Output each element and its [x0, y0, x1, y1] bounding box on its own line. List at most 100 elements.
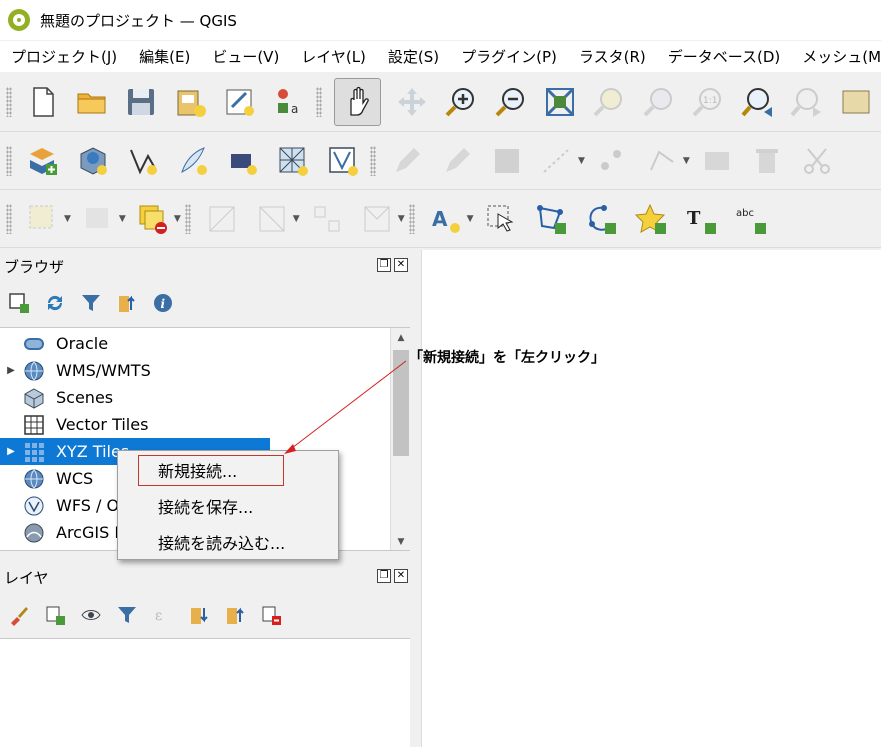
- dropdown-arrow-icon[interactable]: ▼: [398, 214, 405, 224]
- modify-attributes-icon[interactable]: [698, 142, 736, 180]
- rotate-feature-icon[interactable]: [253, 200, 291, 238]
- new-shapefile-layer-icon[interactable]: [124, 142, 162, 180]
- new-spatialite-layer-icon[interactable]: [274, 142, 312, 180]
- dock-splitter[interactable]: [410, 250, 422, 747]
- toolbar-grip[interactable]: [6, 145, 12, 176]
- tree-item-oracle[interactable]: Oracle: [0, 330, 390, 357]
- zoom-last-icon[interactable]: [739, 83, 776, 121]
- add-line-icon[interactable]: [582, 200, 620, 238]
- menu-project[interactable]: プロジェクト(J): [0, 46, 128, 67]
- add-group-icon[interactable]: [44, 604, 66, 626]
- menu-item-save-connections[interactable]: 接続を保存...: [118, 491, 338, 521]
- menu-layer[interactable]: レイヤ(L): [290, 46, 377, 67]
- new-project-icon[interactable]: [24, 83, 61, 121]
- add-text-annotation-icon[interactable]: T: [682, 200, 720, 238]
- toolbar-grip[interactable]: [370, 145, 376, 176]
- menu-item-load-connections[interactable]: 接続を読み込む...: [118, 527, 338, 557]
- remove-layer-icon[interactable]: [260, 604, 282, 626]
- float-panel-icon[interactable]: ❐: [377, 258, 391, 272]
- delete-selected-icon[interactable]: [748, 142, 786, 180]
- toolbar-grip[interactable]: [6, 86, 12, 117]
- toolbar-grip[interactable]: [6, 203, 12, 234]
- deselect-all-icon[interactable]: [134, 200, 172, 238]
- new-map-view-icon[interactable]: [838, 83, 875, 121]
- layers-tree[interactable]: [0, 638, 410, 747]
- split-features-icon[interactable]: [308, 200, 346, 238]
- toolbar-grip[interactable]: [408, 203, 415, 234]
- filter-legend-icon[interactable]: [116, 604, 138, 626]
- tree-item-vector-tiles[interactable]: Vector Tiles: [0, 411, 390, 438]
- tree-item-scenes[interactable]: Scenes: [0, 384, 390, 411]
- add-text-along-line-icon[interactable]: abc: [732, 200, 770, 238]
- zoom-full-icon[interactable]: [541, 83, 578, 121]
- toolbar-grip[interactable]: [184, 203, 191, 234]
- open-project-icon[interactable]: [73, 83, 110, 121]
- pan-hand-icon[interactable]: [334, 77, 382, 126]
- collapse-all-icon[interactable]: [224, 604, 246, 626]
- filter-by-expression-icon[interactable]: ε: [152, 604, 174, 626]
- zoom-selection-icon[interactable]: [591, 83, 628, 121]
- add-selected-layers-icon[interactable]: [8, 292, 30, 314]
- scroll-down-icon[interactable]: ▼: [391, 532, 410, 550]
- zoom-layer-icon[interactable]: [640, 83, 677, 121]
- close-panel-icon[interactable]: ✕: [394, 569, 408, 583]
- manage-visibility-icon[interactable]: [80, 604, 102, 626]
- close-panel-icon[interactable]: ✕: [394, 258, 408, 272]
- menu-view[interactable]: ビュー(V): [201, 46, 290, 67]
- toggle-editing-icon[interactable]: [438, 142, 476, 180]
- dropdown-arrow-icon[interactable]: ▼: [64, 214, 71, 224]
- current-edits-icon[interactable]: [388, 142, 426, 180]
- select-by-value-icon[interactable]: [79, 200, 117, 238]
- menu-plugins[interactable]: プラグイン(P): [450, 46, 568, 67]
- scroll-up-icon[interactable]: ▲: [391, 328, 410, 348]
- cut-features-icon[interactable]: [798, 142, 836, 180]
- advanced-digitize-icon[interactable]: [203, 200, 241, 238]
- new-virtual-layer-icon[interactable]: [224, 142, 262, 180]
- digitize-line-icon[interactable]: [538, 142, 576, 180]
- data-source-manager-icon[interactable]: [24, 142, 62, 180]
- menu-mesh[interactable]: メッシュ(M): [791, 46, 881, 67]
- menu-settings[interactable]: 設定(S): [377, 46, 450, 67]
- style-manager-icon[interactable]: a: [271, 83, 308, 121]
- dropdown-arrow-icon[interactable]: ▼: [467, 214, 474, 224]
- select-features-icon[interactable]: [24, 200, 62, 238]
- menu-raster[interactable]: ラスタ(R): [568, 46, 657, 67]
- filter-icon[interactable]: [80, 292, 102, 314]
- add-point-icon[interactable]: [593, 142, 631, 180]
- toolbar-grip[interactable]: [316, 86, 323, 117]
- select-pointer-icon[interactable]: [482, 200, 520, 238]
- pan-to-selection-icon[interactable]: [393, 83, 430, 121]
- dropdown-arrow-icon[interactable]: ▼: [578, 156, 585, 166]
- vertex-tool-icon[interactable]: [643, 142, 681, 180]
- add-star-icon[interactable]: [632, 200, 670, 238]
- add-polygon-icon[interactable]: [532, 200, 570, 238]
- dropdown-arrow-icon[interactable]: ▼: [174, 214, 181, 224]
- dropdown-arrow-icon[interactable]: ▼: [293, 214, 300, 224]
- zoom-native-icon[interactable]: 1:1: [690, 83, 727, 121]
- dropdown-arrow-icon[interactable]: ▼: [683, 156, 690, 166]
- browser-scrollbar[interactable]: ▲ ▼: [390, 328, 410, 550]
- new-geopackage-layer-icon[interactable]: [74, 142, 112, 180]
- new-mesh-layer-icon[interactable]: [324, 142, 362, 180]
- expand-arrow-icon[interactable]: ▶: [0, 446, 22, 457]
- expand-arrow-icon[interactable]: ▶: [0, 365, 22, 376]
- menu-database[interactable]: データベース(D): [657, 46, 792, 67]
- map-canvas[interactable]: [422, 250, 881, 747]
- save-edits-icon[interactable]: [488, 142, 526, 180]
- zoom-in-icon[interactable]: [443, 83, 480, 121]
- expand-all-icon[interactable]: [188, 604, 210, 626]
- tree-item-wms-wmts[interactable]: ▶ WMS/WMTS: [0, 357, 390, 384]
- dropdown-arrow-icon[interactable]: ▼: [119, 214, 126, 224]
- open-layer-styling-icon[interactable]: [8, 604, 30, 626]
- collapse-all-icon[interactable]: [116, 292, 138, 314]
- zoom-out-icon[interactable]: [492, 83, 529, 121]
- layout-manager-icon[interactable]: [221, 83, 258, 121]
- reshape-icon[interactable]: [358, 200, 396, 238]
- new-temporary-layer-icon[interactable]: [174, 142, 212, 180]
- menu-edit[interactable]: 編集(E): [128, 46, 201, 67]
- info-icon[interactable]: i: [152, 292, 174, 314]
- refresh-icon[interactable]: [44, 292, 66, 314]
- save-project-icon[interactable]: [123, 83, 160, 121]
- label-toolbar-icon[interactable]: A: [427, 200, 465, 238]
- zoom-next-icon[interactable]: [788, 83, 825, 121]
